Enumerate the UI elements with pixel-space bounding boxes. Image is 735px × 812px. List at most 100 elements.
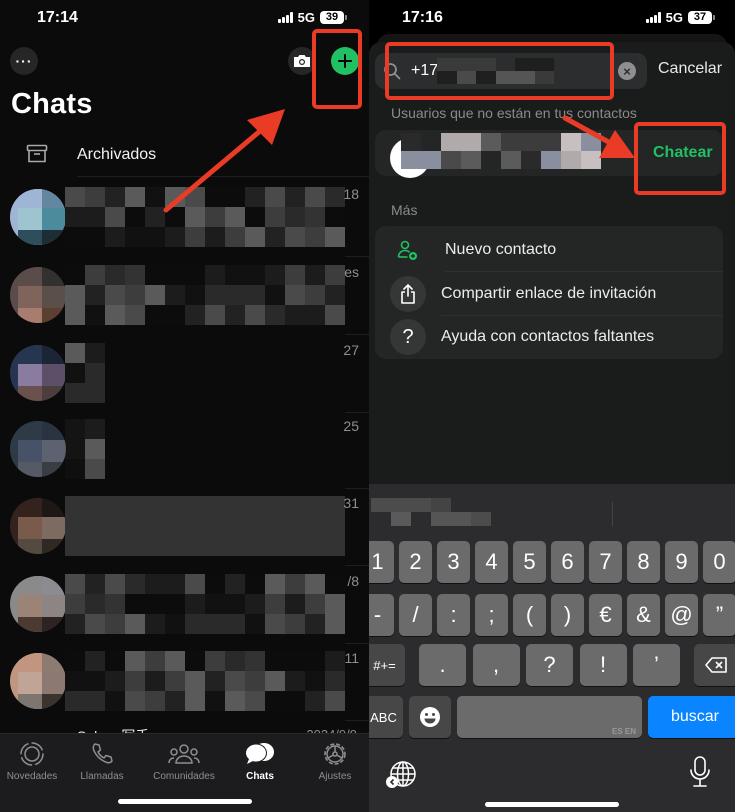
tab-llamadas[interactable]: Llamadas	[65, 739, 139, 782]
tab-chats[interactable]: Chats	[223, 739, 297, 782]
key-7[interactable]: 7	[589, 541, 622, 583]
tab-ajustes[interactable]: Ajustes	[298, 739, 369, 782]
key-symbol[interactable]: :	[437, 594, 470, 636]
key-abc[interactable]: ABC	[369, 696, 403, 738]
emoji-icon	[420, 707, 440, 727]
missing-contacts-help-item[interactable]: ? Ayuda con contactos faltantes	[375, 315, 723, 359]
key-5[interactable]: 5	[513, 541, 546, 583]
pixelated-phone-digits	[437, 58, 554, 84]
chat-row[interactable]: es	[0, 257, 369, 335]
key-symbol[interactable]: ”	[703, 594, 735, 636]
archive-box-icon	[26, 144, 48, 163]
camera-button[interactable]	[288, 47, 316, 75]
close-icon: ×	[623, 63, 631, 79]
key-more-symbols[interactable]: #+=	[369, 644, 405, 686]
emoji-key[interactable]	[409, 696, 451, 738]
key-punctuation[interactable]: ,	[472, 644, 520, 686]
avatar	[10, 498, 66, 554]
keyboard: 1 2 3 4 5 6 7 8 9 0 - /:;() € & @” #+=.,?!’ ABC ES EN busc…	[369, 484, 735, 812]
status-updates-icon	[20, 742, 44, 766]
key-symbol[interactable]: ;	[475, 594, 508, 636]
signal-icon	[278, 12, 293, 23]
home-indicator	[117, 799, 252, 804]
clear-search-button[interactable]: ×	[618, 62, 636, 80]
key-symbol[interactable]: @	[665, 594, 698, 636]
new-contact-item[interactable]: Nuevo contacto	[375, 228, 723, 272]
left-screen-chats: 17:14 5G 39 ··· Chats Archivados 18 es 27 2…	[0, 0, 369, 812]
key-punctuation[interactable]: !	[579, 644, 627, 686]
key-symbol[interactable]: /	[399, 594, 432, 636]
chatear-button[interactable]: Chatear	[653, 144, 713, 162]
search-key[interactable]: buscar	[648, 696, 735, 738]
backspace-icon	[705, 657, 727, 673]
right-screen-new-chat: 17:16 5G 37 +17 × Cancelar Usuarios que …	[369, 0, 735, 812]
add-contact-icon	[397, 240, 417, 260]
key-symbol[interactable]: -	[369, 594, 394, 636]
settings-gear-icon	[324, 743, 346, 765]
pixelated-chat-preview	[65, 574, 345, 652]
key-3[interactable]: 3	[437, 541, 470, 583]
archived-row[interactable]: Archivados	[0, 137, 369, 177]
key-9[interactable]: 9	[665, 541, 698, 583]
more-section-label: Más	[391, 202, 418, 218]
chat-row[interactable]: 31	[0, 488, 369, 566]
more-options-button[interactable]: ···	[10, 47, 38, 75]
delete-key[interactable]	[694, 644, 735, 686]
page-title: Chats	[11, 88, 93, 120]
search-input[interactable]: +17 ×	[375, 53, 647, 89]
key-8[interactable]: 8	[627, 541, 660, 583]
network-type: 5G	[297, 10, 315, 25]
pixelated-chat-preview	[65, 343, 105, 421]
chat-row[interactable]: 25	[0, 411, 369, 489]
non-contact-user-row[interactable]: Chatear	[375, 130, 723, 178]
key-1[interactable]: 1	[369, 541, 394, 583]
network-type: 5G	[665, 10, 683, 25]
key-symbol[interactable]: €	[589, 594, 622, 636]
microphone-icon[interactable]	[689, 756, 711, 788]
pixelated-chat-preview	[65, 496, 345, 574]
tab-novedades[interactable]: Novedades	[0, 739, 69, 782]
key-punctuation[interactable]: ?	[526, 644, 573, 686]
phone-icon	[92, 743, 113, 764]
key-punctuation[interactable]: .	[419, 644, 466, 686]
key-6[interactable]: 6	[551, 541, 584, 583]
pixelated-chat-preview	[65, 265, 345, 343]
key-2[interactable]: 2	[399, 541, 432, 583]
key-symbol[interactable]: )	[551, 594, 584, 636]
status-bar: 17:14 5G 39	[0, 0, 369, 38]
battery-icon: 37	[688, 11, 715, 24]
key-4[interactable]: 4	[475, 541, 508, 583]
avatar	[10, 421, 66, 477]
key-0[interactable]: 0	[703, 541, 735, 583]
chat-row[interactable]: 18	[0, 179, 369, 257]
search-icon	[384, 63, 401, 80]
space-bar[interactable]: ES EN	[457, 696, 642, 738]
avatar	[10, 653, 66, 709]
search-value: +17	[411, 62, 439, 79]
pixelated-suggestion[interactable]	[371, 498, 491, 526]
status-time: 17:14	[37, 9, 78, 26]
signal-icon	[646, 12, 661, 23]
question-icon: ?	[402, 325, 414, 348]
avatar	[10, 345, 66, 401]
share-invite-link-item[interactable]: Compartir enlace de invitación	[375, 272, 723, 316]
status-time: 17:16	[402, 9, 443, 26]
cancel-button[interactable]: Cancelar	[658, 60, 722, 78]
chat-row[interactable]: 27	[0, 335, 369, 413]
pixelated-chat-preview	[65, 651, 345, 729]
avatar	[10, 267, 66, 323]
chat-date: 18	[343, 186, 359, 202]
chat-row[interactable]: /8	[0, 566, 369, 644]
chat-date: /8	[347, 573, 359, 589]
key-symbol[interactable]: (	[513, 594, 546, 636]
battery-icon: 39	[320, 11, 347, 24]
share-icon	[401, 284, 415, 304]
chat-row[interactable]: 11	[0, 643, 369, 721]
new-chat-button[interactable]	[331, 47, 359, 75]
more-options-list: Nuevo contacto Compartir enlace de invit…	[375, 226, 723, 359]
tab-comunidades[interactable]: Comunidades	[147, 739, 221, 782]
key-punctuation[interactable]: ’	[633, 644, 680, 686]
key-symbol[interactable]: &	[627, 594, 660, 636]
pixelated-user-name	[401, 133, 601, 169]
globe-icon[interactable]	[385, 760, 417, 790]
